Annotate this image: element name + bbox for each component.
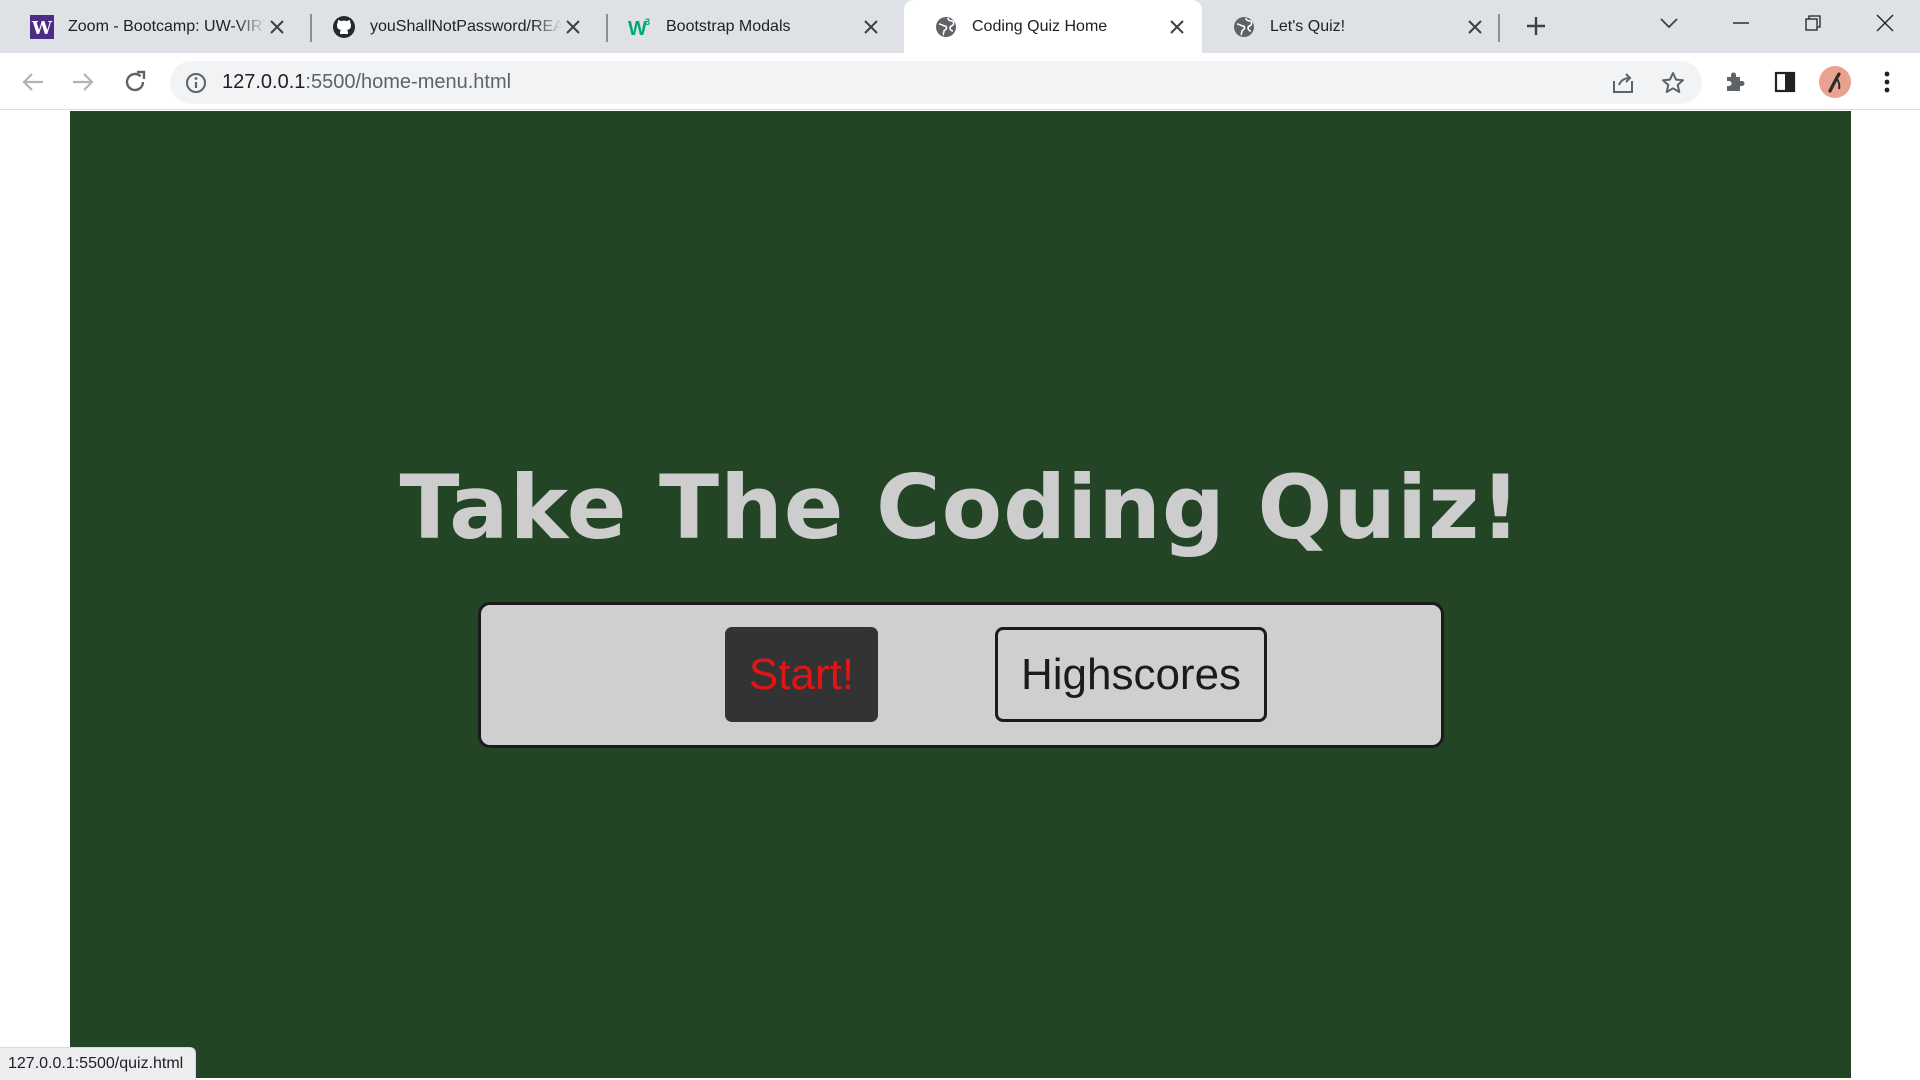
tab-separator xyxy=(1498,14,1500,42)
back-button[interactable] xyxy=(14,63,52,101)
share-icon[interactable] xyxy=(1610,70,1636,96)
reload-icon xyxy=(125,70,146,92)
tab-search-button[interactable] xyxy=(1634,0,1704,46)
profile-avatar[interactable] xyxy=(1816,63,1854,101)
puzzle-icon xyxy=(1727,72,1745,91)
menu-button[interactable] xyxy=(1868,63,1906,101)
minimize-icon xyxy=(1733,22,1749,24)
forward-button[interactable] xyxy=(64,63,102,101)
url-host: 127.0.0.1 xyxy=(222,71,306,93)
side-panel-icon xyxy=(1774,71,1796,93)
bookmark-star-icon[interactable] xyxy=(1660,70,1686,96)
page-title: Take The Coding Quiz! xyxy=(399,456,1522,559)
plus-icon xyxy=(1527,17,1545,35)
uw-w-icon: W xyxy=(30,14,54,39)
close-tab-icon[interactable] xyxy=(562,16,584,38)
button-panel: Start! Highscores xyxy=(478,602,1444,748)
info-icon[interactable] xyxy=(184,71,208,95)
browser-toolbar: 127.0.0.1:5500/home-menu.html xyxy=(0,53,1920,110)
restore-button[interactable] xyxy=(1778,0,1848,46)
close-tab-icon[interactable] xyxy=(1464,16,1486,38)
tab-title: Coding Quiz Home xyxy=(972,17,1108,35)
tab-strip: W Zoom - Bootcamp: UW-VIRT-FSF-PT- youSh… xyxy=(0,0,1920,53)
tab-title: Let's Quiz! xyxy=(1270,17,1346,35)
quiz-home-page: Take The Coding Quiz! Start! Highscores xyxy=(70,111,1851,1078)
highscores-button[interactable]: Highscores xyxy=(995,627,1267,722)
svg-text:W: W xyxy=(31,18,53,39)
chevron-down-icon xyxy=(1660,18,1678,28)
close-icon xyxy=(1876,14,1894,32)
more-vert-icon xyxy=(1884,71,1890,93)
new-tab-button[interactable] xyxy=(1520,10,1552,42)
tab-zoom[interactable]: W Zoom - Bootcamp: UW-VIRT-FSF-PT- xyxy=(0,0,302,53)
url-text[interactable]: 127.0.0.1:5500/home-menu.html xyxy=(222,71,511,94)
close-tab-icon[interactable] xyxy=(1166,16,1188,38)
restore-icon xyxy=(1805,15,1821,31)
tab-title: Bootstrap Modals xyxy=(666,17,791,35)
tab-coding-quiz-home[interactable]: Coding Quiz Home xyxy=(904,0,1202,53)
avatar-icon xyxy=(1819,66,1851,98)
arrow-left-icon xyxy=(22,73,43,91)
tab-title: Zoom - Bootcamp: UW-VIRT-FSF-PT- xyxy=(68,17,266,35)
reload-button[interactable] xyxy=(116,63,154,101)
close-tab-icon[interactable] xyxy=(266,16,288,38)
tab-lets-quiz[interactable]: Let's Quiz! xyxy=(1202,0,1500,53)
github-icon xyxy=(332,15,356,39)
svg-text:3: 3 xyxy=(645,17,650,27)
close-tab-icon[interactable] xyxy=(860,16,882,38)
globe-icon xyxy=(934,15,958,39)
arrow-right-icon xyxy=(73,73,94,91)
url-path: :5500/home-menu.html xyxy=(305,71,512,93)
status-bar-url: 127.0.0.1:5500/quiz.html xyxy=(0,1047,197,1080)
extensions-button[interactable] xyxy=(1716,63,1754,101)
w3schools-icon: W3 xyxy=(628,15,652,39)
side-panel-button[interactable] xyxy=(1766,63,1804,101)
tab-bootstrap-modals[interactable]: W3 Bootstrap Modals xyxy=(598,0,896,53)
minimize-button[interactable] xyxy=(1706,0,1776,46)
tab-title: youShallNotPassword/README xyxy=(370,17,562,35)
close-window-button[interactable] xyxy=(1850,0,1920,46)
start-button[interactable]: Start! xyxy=(725,627,878,722)
address-bar[interactable]: 127.0.0.1:5500/home-menu.html xyxy=(170,61,1702,104)
tab-github[interactable]: youShallNotPassword/README xyxy=(302,0,598,53)
globe-icon xyxy=(1232,15,1256,39)
